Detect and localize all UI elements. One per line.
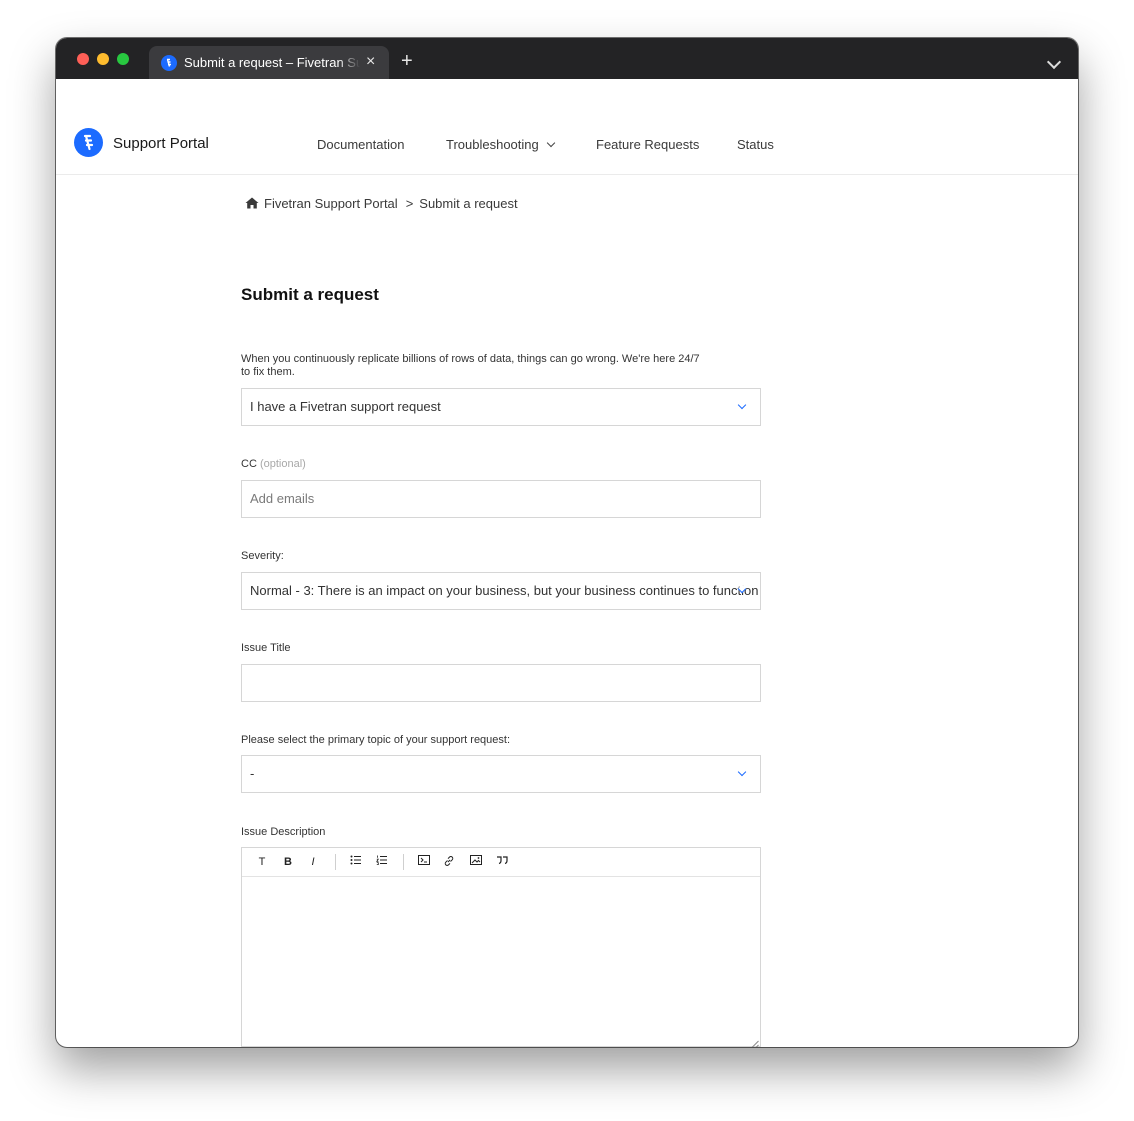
home-icon[interactable] — [245, 197, 259, 209]
text-style-icon[interactable]: T — [254, 855, 270, 869]
nav-status[interactable]: Status — [737, 137, 774, 152]
site-name[interactable]: Support Portal — [113, 135, 209, 152]
breadcrumb-current: Submit a request — [419, 196, 518, 211]
close-window-button[interactable] — [77, 53, 89, 65]
cc-label: CC (optional) — [241, 458, 306, 471]
bulleted-list-icon[interactable] — [348, 855, 364, 869]
form-intro-line-1: When you continuously replicate billions… — [241, 353, 700, 365]
description-editor[interactable]: T B I — [241, 847, 761, 1047]
issue-title-input[interactable] — [241, 664, 761, 702]
request-type-value: I have a Fivetran support request — [250, 399, 441, 414]
severity-value: Normal - 3: There is an impact on your b… — [250, 583, 759, 598]
toolbar-divider — [403, 854, 404, 870]
nav-troubleshooting[interactable]: Troubleshooting — [446, 137, 555, 152]
link-icon[interactable] — [441, 855, 457, 869]
fivetran-favicon-icon — [161, 55, 177, 71]
form-intro: When you continuously replicate billions… — [241, 353, 700, 379]
cc-placeholder: Add emails — [250, 491, 315, 506]
editor-toolbar: T B I — [242, 848, 760, 877]
breadcrumb: Fivetran Support Portal > Submit a request — [245, 196, 518, 211]
blockquote-icon[interactable] — [494, 855, 510, 869]
chevron-down-icon — [546, 138, 555, 148]
italic-icon[interactable]: I — [305, 855, 321, 869]
severity-label: Severity: — [241, 550, 284, 562]
topic-select[interactable]: - — [241, 755, 761, 793]
chevron-down-icon — [737, 767, 747, 777]
maximize-window-button[interactable] — [117, 53, 129, 65]
form-intro-line-2: to fix them. — [241, 366, 295, 378]
request-type-select[interactable]: I have a Fivetran support request — [241, 388, 761, 426]
topic-value: - — [250, 766, 255, 781]
bold-icon[interactable]: B — [280, 855, 296, 869]
tab-title: Submit a request – Fivetran Support Port… — [184, 55, 360, 70]
cc-label-text: CC — [241, 458, 257, 470]
image-icon[interactable] — [468, 855, 484, 869]
page-title: Submit a request — [241, 285, 379, 304]
cc-optional-hint: (optional) — [259, 458, 306, 470]
minimize-window-button[interactable] — [97, 53, 109, 65]
nav-troubleshooting-label: Troubleshooting — [446, 137, 539, 152]
site-header: Support Portal Documentation Troubleshoo… — [56, 116, 1078, 175]
browser-tab[interactable]: Submit a request – Fivetran Support Port… — [149, 46, 389, 79]
cc-email-input[interactable]: Add emails — [241, 480, 761, 518]
issue-title-label: Issue Title — [241, 642, 291, 654]
breadcrumb-home[interactable]: Fivetran Support Portal — [264, 196, 398, 211]
tab-close-icon[interactable]: × — [366, 53, 375, 71]
description-label: Issue Description — [241, 826, 326, 838]
toolbar-divider — [335, 854, 336, 870]
resize-handle-icon[interactable] — [750, 1036, 759, 1047]
chevron-down-icon — [737, 400, 747, 410]
nav-feature-requests[interactable]: Feature Requests — [596, 137, 699, 152]
browser-address-area — [56, 79, 1078, 116]
nav-documentation[interactable]: Documentation — [317, 137, 404, 152]
severity-select[interactable]: Normal - 3: There is an impact on your b… — [241, 572, 761, 610]
fivetran-logo-icon[interactable] — [74, 128, 103, 157]
code-block-icon[interactable] — [416, 855, 432, 869]
topic-label: Please select the primary topic of your … — [241, 734, 511, 746]
breadcrumb-separator: > — [405, 196, 414, 211]
browser-window: Submit a request – Fivetran Support Port… — [56, 38, 1078, 1047]
new-tab-button[interactable]: + — [401, 51, 413, 71]
tab-list-chevron-icon[interactable] — [1046, 54, 1062, 70]
browser-titlebar: Submit a request – Fivetran Support Port… — [56, 38, 1078, 79]
numbered-list-icon[interactable] — [374, 855, 390, 869]
